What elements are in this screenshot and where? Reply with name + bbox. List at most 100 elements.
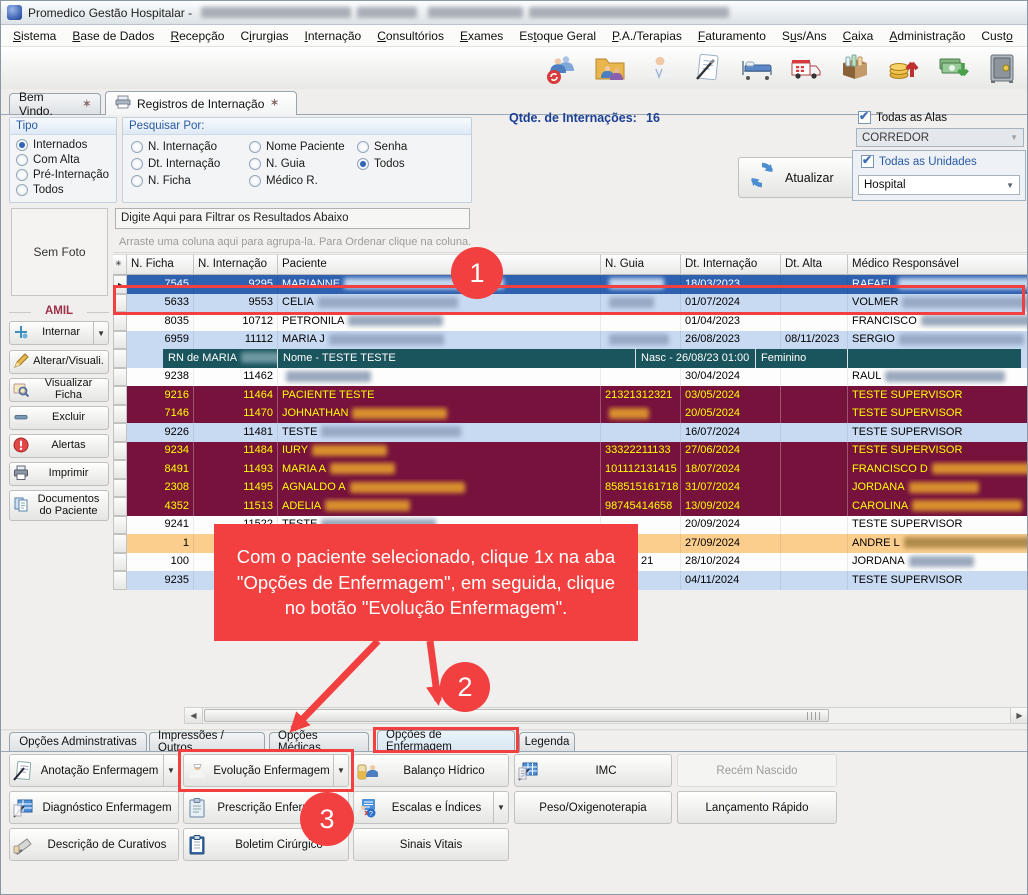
tab-bem-vindo[interactable]: Bem Vindo.✶ bbox=[9, 93, 101, 114]
pesquisar-n-guia[interactable]: N. Guia bbox=[249, 158, 357, 170]
balan-o-h-drico-button[interactable]: Balanço Hídrico bbox=[353, 754, 509, 787]
grid-header-n-interna-o[interactable]: N. Internação bbox=[194, 254, 278, 275]
tab-op-es-adminstrativas[interactable]: Opções Adminstrativas bbox=[9, 732, 147, 751]
sidebar-imprimir-button[interactable]: Imprimir bbox=[9, 462, 109, 486]
menu-recep-o[interactable]: Recepção bbox=[162, 26, 232, 46]
tipo-pr-interna-o[interactable]: Pré-Internação bbox=[16, 169, 110, 181]
sidebar-alertas-button[interactable]: Alertas bbox=[9, 434, 109, 458]
money-down-icon[interactable] bbox=[935, 50, 971, 86]
sidebar-visualizar-ficha-button[interactable]: Visualizar Ficha bbox=[9, 378, 109, 402]
scroll-right-icon[interactable]: ▶ bbox=[1010, 708, 1028, 723]
imc-button[interactable]: IMC bbox=[514, 754, 672, 787]
redacted-text bbox=[899, 334, 1024, 345]
lan-amento-r-pido-button[interactable]: Lançamento Rápido bbox=[677, 791, 837, 824]
sinais-vitais-button[interactable]: Sinais Vitais bbox=[353, 828, 509, 861]
ambulance-icon[interactable] bbox=[788, 50, 824, 86]
radio-label: Com Alta bbox=[33, 154, 80, 166]
patients-folder-icon[interactable] bbox=[592, 50, 628, 86]
dropdown-arrow-icon[interactable]: ▼ bbox=[493, 792, 508, 823]
anota-o-enfermagem-button[interactable]: Anotação Enfermagem▼ bbox=[9, 754, 179, 787]
doctor-icon[interactable] bbox=[641, 50, 677, 86]
menu-administra-o[interactable]: Administração bbox=[881, 26, 973, 46]
atualizar-button[interactable]: Atualizar bbox=[738, 157, 855, 198]
horizontal-scrollbar[interactable]: ◀ ▶ bbox=[184, 707, 1028, 724]
pesquisar-senha[interactable]: Senha bbox=[357, 141, 447, 153]
tab-registros-internacao[interactable]: Registros de Internação✶ bbox=[105, 91, 297, 115]
menu-p-a-terapias[interactable]: P.A./Terapias bbox=[604, 26, 690, 46]
grid-header-dt-interna-o[interactable]: Dt. Internação bbox=[681, 254, 781, 275]
table-row[interactable]: 849111493MARIA A10111213141518/07/2024FR… bbox=[113, 460, 1028, 479]
menu-cirurgias[interactable]: Cirurgias bbox=[232, 26, 296, 46]
pesquisar-n-ficha[interactable]: N. Ficha bbox=[131, 175, 249, 187]
cell-paciente: TESTE bbox=[278, 423, 601, 442]
tab-legenda[interactable]: Legenda bbox=[519, 732, 575, 751]
table-row[interactable]: 714611470JOHNATHAN20/05/2024TESTE SUPERV… bbox=[113, 405, 1028, 424]
rn-text: RN de MARIA bbox=[168, 352, 237, 364]
peso-oxigenoterapia-button[interactable]: Peso/Oxigenoterapia bbox=[514, 791, 672, 824]
table-row[interactable]: RN de MARIANome - TESTE TESTENasc - 26/0… bbox=[113, 349, 1028, 368]
grid-header-n-ficha[interactable]: N. Ficha bbox=[127, 254, 194, 275]
grid-header-dt-alta[interactable]: Dt. Alta bbox=[781, 254, 848, 275]
scrollbar-thumb[interactable] bbox=[204, 709, 829, 722]
sidebar-internar-button[interactable]: Internar▼ bbox=[9, 321, 109, 345]
table-row[interactable]: 922611481TESTE16/07/2024TESTE SUPERVISOR bbox=[113, 423, 1028, 442]
pesquisar-title: Pesquisar Por: bbox=[123, 118, 471, 135]
close-icon[interactable]: ✶ bbox=[83, 99, 91, 110]
escalas-e-ndices-button[interactable]: ?Escalas e Índices▼ bbox=[353, 791, 509, 824]
tipo-todos[interactable]: Todos bbox=[16, 184, 110, 196]
grid-header-n-guia[interactable]: N. Guia bbox=[601, 254, 681, 275]
pesquisar-m-dico-r-[interactable]: Médico R. bbox=[249, 175, 357, 187]
menu-faturamento[interactable]: Faturamento bbox=[690, 26, 774, 46]
diagn-stico-enfermagem-button[interactable]: Diagnóstico Enfermagem bbox=[9, 791, 179, 824]
dropdown-arrow-icon[interactable]: ▼ bbox=[93, 322, 105, 344]
menu-consult-rios[interactable]: Consultórios bbox=[369, 26, 452, 46]
menu-caixa[interactable]: Caixa bbox=[835, 26, 882, 46]
pesquisar-dt-interna-o[interactable]: Dt. Internação bbox=[131, 158, 249, 170]
sidebar-documentos-do-paciente-button[interactable]: Documentos do Paciente bbox=[9, 490, 109, 521]
sync-users-icon[interactable] bbox=[543, 50, 579, 86]
safe-icon[interactable] bbox=[984, 50, 1020, 86]
unidade-select[interactable]: Hospital▼ bbox=[858, 175, 1020, 195]
tipo-com-alta[interactable]: Com Alta bbox=[16, 154, 110, 166]
prescription-icon[interactable] bbox=[690, 50, 726, 86]
sidebar-excluir-button[interactable]: Excluir bbox=[9, 406, 109, 430]
menu-base-de-dados[interactable]: Base de Dados bbox=[64, 26, 162, 46]
ala-select[interactable]: CORREDOR▼ bbox=[856, 128, 1024, 147]
cell-text: PACIENTE TESTE bbox=[282, 389, 375, 401]
table-row[interactable]: 695911112MARIA J26/08/202308/11/2023SERG… bbox=[113, 331, 1028, 350]
grid-header-m-dico-respons-vel[interactable]: Médico Responsável bbox=[848, 254, 1028, 275]
pesquisar-todos[interactable]: Todos bbox=[357, 158, 447, 170]
scroll-left-icon[interactable]: ◀ bbox=[185, 708, 203, 723]
edit-icon bbox=[13, 353, 29, 372]
table-row[interactable]: 92381146230/04/2024RAUL bbox=[113, 368, 1028, 387]
menu-interna-o[interactable]: Internação bbox=[297, 26, 370, 46]
dropdown-arrow-icon[interactable]: ▼ bbox=[163, 755, 178, 786]
menu-custo[interactable]: Custo bbox=[973, 26, 1020, 46]
descri-o-de-curativos-button[interactable]: Descrição de Curativos bbox=[9, 828, 179, 861]
todas-as-unidades-checkbox[interactable]: Todas as Unidades bbox=[861, 155, 977, 168]
annotation-tab-highlight bbox=[373, 727, 519, 753]
table-row[interactable]: 230811495AGNALDO A85851516171831/07/2024… bbox=[113, 479, 1028, 498]
close-icon[interactable]: ✶ bbox=[270, 98, 278, 109]
cell-dt-internacao: 27/09/2024 bbox=[681, 534, 781, 553]
pesquisar-nome-paciente[interactable]: Nome Paciente bbox=[249, 141, 357, 153]
menu-exames[interactable]: Exames bbox=[452, 26, 511, 46]
cell-medico: FRANCISCO D bbox=[848, 460, 1028, 479]
menu-sus-ans[interactable]: Sus/Ans bbox=[774, 26, 835, 46]
billing-up-icon[interactable] bbox=[886, 50, 922, 86]
table-row[interactable]: 435211513ADELIA9874541465813/09/2024CARO… bbox=[113, 497, 1028, 516]
grid-filter-input[interactable]: Digite Aqui para Filtrar os Resultados A… bbox=[115, 208, 470, 229]
table-row[interactable]: 923411484IURY3332221113327/06/2024TESTE … bbox=[113, 442, 1028, 461]
todas-as-alas-checkbox[interactable]: Todas as Alas bbox=[858, 111, 947, 124]
tipo-internados[interactable]: Internados bbox=[16, 139, 110, 151]
sidebar-alterar-visuali--button[interactable]: Alterar/Visuali. bbox=[9, 350, 109, 374]
table-row[interactable]: 921611464PACIENTE TESTE2132131232103/05/… bbox=[113, 386, 1028, 405]
menu-estoque-geral[interactable]: Estoque Geral bbox=[511, 26, 604, 46]
pesquisar-n-interna-o[interactable]: N. Internação bbox=[131, 141, 249, 153]
grid-header-paciente[interactable]: Paciente bbox=[278, 254, 601, 275]
menu-sistema[interactable]: Sistema bbox=[5, 26, 64, 46]
menu-bi[interactable]: BI bbox=[1021, 26, 1028, 46]
hospital-bed-icon[interactable] bbox=[739, 50, 775, 86]
cell-text: 20/05/2024 bbox=[685, 407, 740, 419]
stock-box-icon[interactable] bbox=[837, 50, 873, 86]
